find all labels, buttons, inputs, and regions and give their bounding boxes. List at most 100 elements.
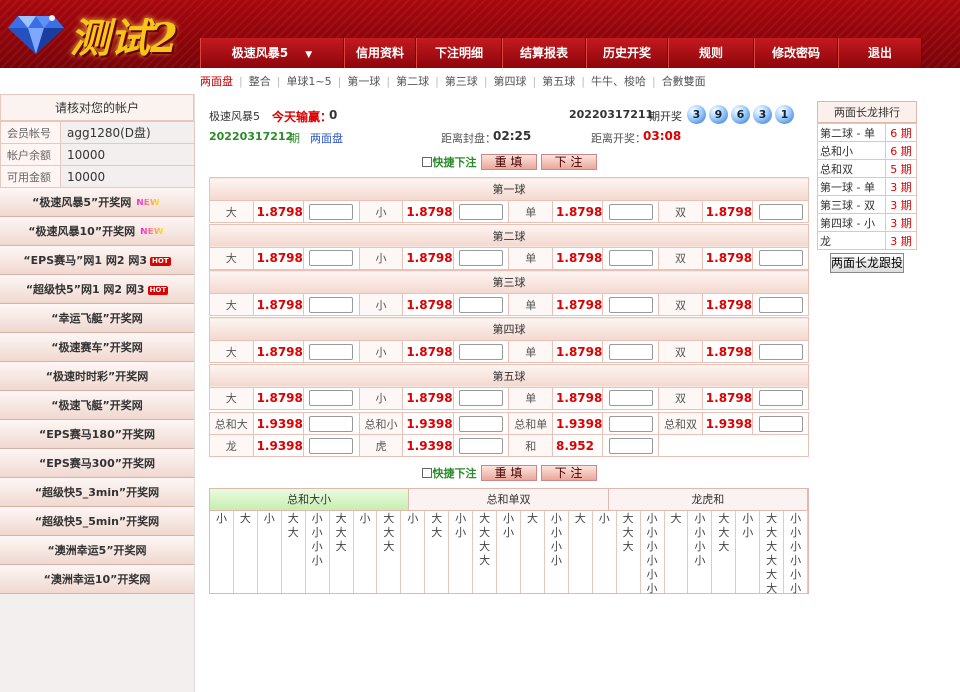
subnav-tab[interactable]: 第五球 [538,73,579,89]
bet-row: 大 1.8798 小 1.8798 单 1.8798 双 1.8798 [209,386,809,410]
bet-amount-input[interactable] [608,390,653,407]
road-cell: 大 [287,512,299,525]
road-cell: 大 [383,540,395,553]
reset-button[interactable]: 重 填 [480,154,537,170]
site-link[interactable]: “超级快5_3min”开奖网 [0,478,194,507]
ranking-title: 两面长龙排行 [817,101,917,123]
bet-amount-input[interactable] [758,203,803,220]
bet-input-cell [752,246,809,270]
subnav-tab[interactable]: 两面盘 [196,73,237,89]
bet-amount-input[interactable] [309,343,354,360]
bet-amount-input[interactable] [459,415,504,432]
nav-item[interactable]: 极速风暴5 ▼ [200,38,344,68]
quick-bet-checkbox[interactable] [421,157,432,167]
bet-label: 大 [209,200,254,223]
bet-label: 双 [658,293,703,317]
bet-group-title: 第四球 [209,317,809,342]
bet-amount-input[interactable] [608,250,653,267]
nav-item[interactable]: 信用资料 [344,38,416,68]
subnav-tab[interactable]: 第一球 [343,73,384,89]
site-link[interactable]: “极速风暴5”开奖网 NEW [0,188,194,217]
bet-amount-input[interactable] [459,390,504,407]
bet-amount-input[interactable] [459,343,504,360]
site-link[interactable]: “EPS赛马300”开奖网 [0,449,194,478]
subnav-tab[interactable]: 第二球 [392,73,433,89]
road-tab[interactable]: 龙虎和 [608,489,808,511]
bet-amount-input[interactable] [608,343,653,360]
subnav-separator: | [386,74,391,88]
submit-bet-button[interactable]: 下 注 [540,154,597,170]
road-cell: 大 [766,526,778,539]
subnav-separator: | [276,74,281,88]
site-link[interactable]: “澳洲幸运10”开奖网 [0,565,194,594]
logo[interactable]: 测试2 [4,4,194,64]
bet-amount-input[interactable] [608,415,653,432]
site-link[interactable]: “极速时时彩”开奖网 [0,362,194,391]
site-link[interactable]: “极速风暴10”开奖网 NEW [0,217,194,246]
bet-input-cell [302,340,360,364]
draw-balls: 39631 [687,105,794,124]
site-link[interactable]: “EPS赛马”网1 网2 网3 HOT [0,246,194,275]
road-cell: 大 [574,512,586,525]
submit-bet-button[interactable]: 下 注 [540,465,597,481]
account-row: 会员帐号 agg1280(D盘) [0,121,195,144]
road-column: 小 [210,511,234,593]
bet-row: 大 1.8798 小 1.8798 单 1.8798 双 1.8798 [209,340,809,364]
bet-amount-input[interactable] [608,437,653,454]
bet-amount-input[interactable] [758,415,803,432]
nav-item-label: 结算报表 [519,46,568,60]
bet-amount-input[interactable] [459,437,504,454]
bet-amount-input[interactable] [608,203,653,220]
bet-amount-input[interactable] [309,203,354,220]
bet-amount-input[interactable] [758,343,803,360]
bet-amount-input[interactable] [758,250,803,267]
account-row: 可用金额 10000 [0,165,195,188]
draw-info: 极速风暴5 今天输赢： 0 20220317211 期开奖 39631 [209,105,809,124]
bet-amount-input[interactable] [758,296,803,313]
nav-item[interactable]: 退出 [838,38,922,68]
follow-button[interactable]: 两面长龙跟投 [830,253,904,273]
subnav-tab[interactable]: 单球1~5 [282,73,335,89]
bet-amount-input[interactable] [309,390,354,407]
subnav-tab[interactable]: 第四球 [490,73,531,89]
bet-amount-input[interactable] [459,203,504,220]
bet-amount-input[interactable] [309,296,354,313]
bet-amount-input[interactable] [309,437,354,454]
site-link[interactable]: “EPS赛马180”开奖网 [0,420,194,449]
subnav-tab[interactable]: 整合 [245,73,275,89]
subnav-tab[interactable]: 牛牛、梭哈 [587,73,650,89]
nav-item[interactable]: 下注明细 [416,38,502,68]
site-link[interactable]: “澳洲幸运5”开奖网 [0,536,194,565]
bet-odds: 8.952 [552,434,604,457]
nav-item[interactable]: 结算报表 [502,38,586,68]
subnav-separator: | [337,74,342,88]
nav-item[interactable]: 规则 [668,38,754,68]
site-link[interactable]: “超级快5”网1 网2 网3 HOT [0,275,194,304]
bet-row: 总和大 1.9398 总和小 1.9398 总和单 1.9398 总和双 1.9398 [209,412,809,435]
site-link[interactable]: “极速飞艇”开奖网 [0,391,194,420]
subnav-tab[interactable]: 合數雙面 [658,73,710,89]
nav-item[interactable]: 修改密码 [754,38,838,68]
bet-label: 双 [658,200,703,223]
site-link[interactable]: “幸运飞艇”开奖网 [0,304,194,333]
bet-amount-input[interactable] [309,415,354,432]
bet-amount-input[interactable] [459,296,504,313]
road-tab[interactable]: 总和单双 [409,489,609,511]
mode-label[interactable]: 两面盘 [310,130,343,146]
bet-amount-input[interactable] [309,250,354,267]
ranking-name: 第二球 - 单 [817,123,886,142]
subnav-tab[interactable]: 第三球 [441,73,482,89]
road-tab[interactable]: 总和大小 [210,489,410,511]
open-time: 03:08 [643,129,682,143]
quick-bet-checkbox[interactable] [421,468,432,478]
nav-item[interactable]: 历史开奖 [586,38,668,68]
site-link[interactable]: “超级快5_5min”开奖网 [0,507,194,536]
ranking-count: 5 期 [885,159,917,178]
bet-amount-input[interactable] [608,296,653,313]
site-link-label: “EPS赛马”网1 网2 网3 [23,254,147,267]
reset-button[interactable]: 重 填 [480,465,537,481]
road-cell: 小 [646,582,658,595]
site-link[interactable]: “极速赛车”开奖网 [0,333,194,362]
bet-amount-input[interactable] [459,250,504,267]
bet-amount-input[interactable] [758,390,803,407]
